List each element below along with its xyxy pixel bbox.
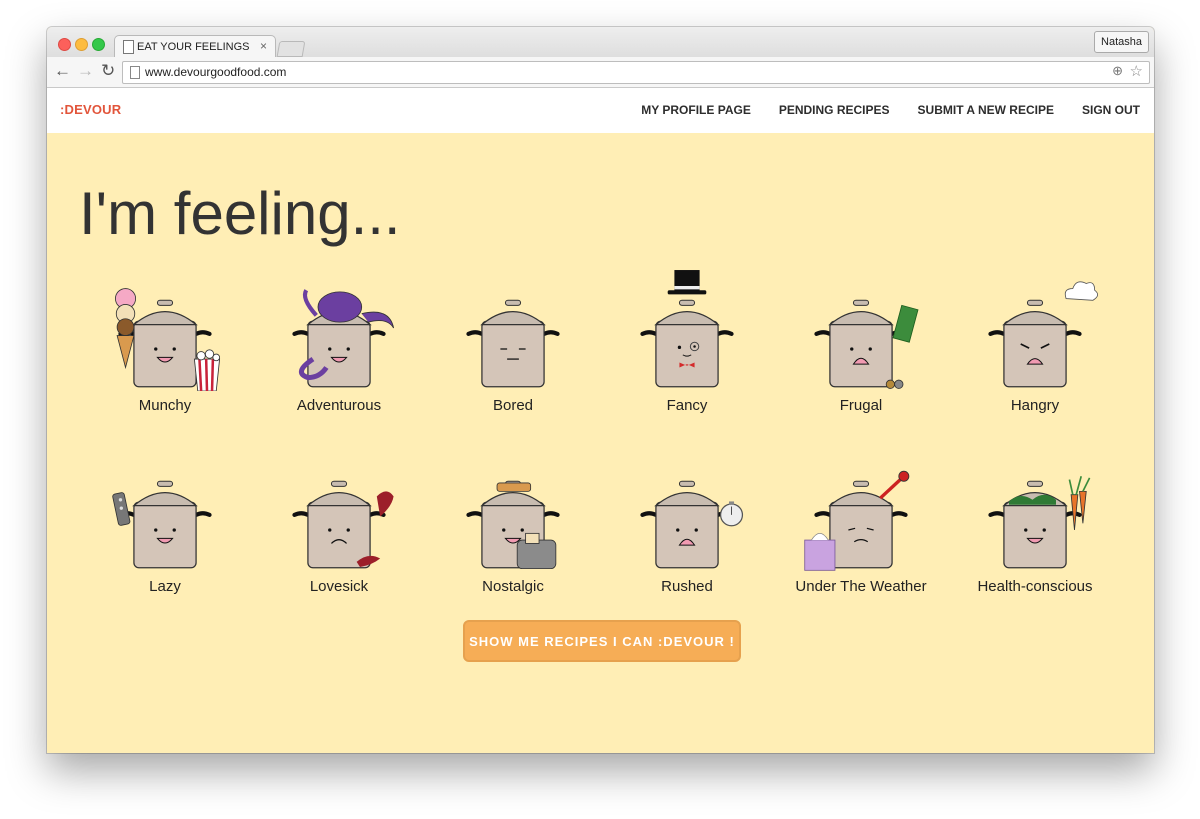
mood-hangry[interactable]: Hangry [960, 265, 1110, 415]
pot-illustration [112, 480, 212, 569]
mood-frugal[interactable]: Frugal [786, 265, 936, 415]
pot-illustration [292, 289, 395, 388]
pot-illustration [988, 281, 1098, 388]
mood-bored[interactable]: Bored [438, 265, 588, 415]
mood-label: Rushed [661, 578, 713, 595]
mood-nostalgic[interactable]: Nostalgic [438, 446, 588, 596]
pot-illustration [814, 299, 919, 389]
mood-label: Lazy [149, 578, 181, 595]
pot-illustration [466, 480, 560, 570]
mood-label: Under The Weather [795, 578, 927, 595]
pot-illustration [640, 480, 744, 569]
mood-label: Munchy [138, 397, 192, 414]
mood-adventurous[interactable]: Adventurous [264, 265, 414, 415]
mood-label: Health-conscious [977, 578, 1093, 595]
pot-illustration [988, 476, 1091, 569]
mood-under-the-weather[interactable]: Under The Weather [786, 446, 936, 596]
mood-fancy[interactable]: Fancy [612, 265, 762, 415]
mood-lovesick[interactable]: Lovesick [264, 446, 414, 596]
mood-label: Hangry [1010, 397, 1060, 414]
pot-illustration [466, 299, 560, 388]
mood-label: Bored [492, 397, 534, 414]
pot-illustration [115, 288, 221, 391]
mood-health-conscious[interactable]: Health-conscious [960, 446, 1110, 596]
pot-illustration [640, 270, 734, 388]
mood-label: Lovesick [309, 578, 369, 595]
pot-illustration [804, 470, 910, 571]
mood-munchy[interactable]: Munchy [90, 265, 240, 415]
mood-label: Fancy [666, 397, 708, 414]
show-recipes-button[interactable]: SHOW ME RECIPES I CAN :DEVOUR ! [463, 620, 741, 662]
browser-window: EAT YOUR FEELINGS × Natasha ← → ↻ www.de… [47, 27, 1154, 753]
mood-label: Nostalgic [482, 578, 544, 595]
mood-lazy[interactable]: Lazy [90, 446, 240, 596]
pot-illustration [292, 480, 394, 569]
mood-label: Adventurous [296, 397, 382, 414]
mood-label: Frugal [839, 397, 883, 414]
mood-rushed[interactable]: Rushed [612, 446, 762, 596]
